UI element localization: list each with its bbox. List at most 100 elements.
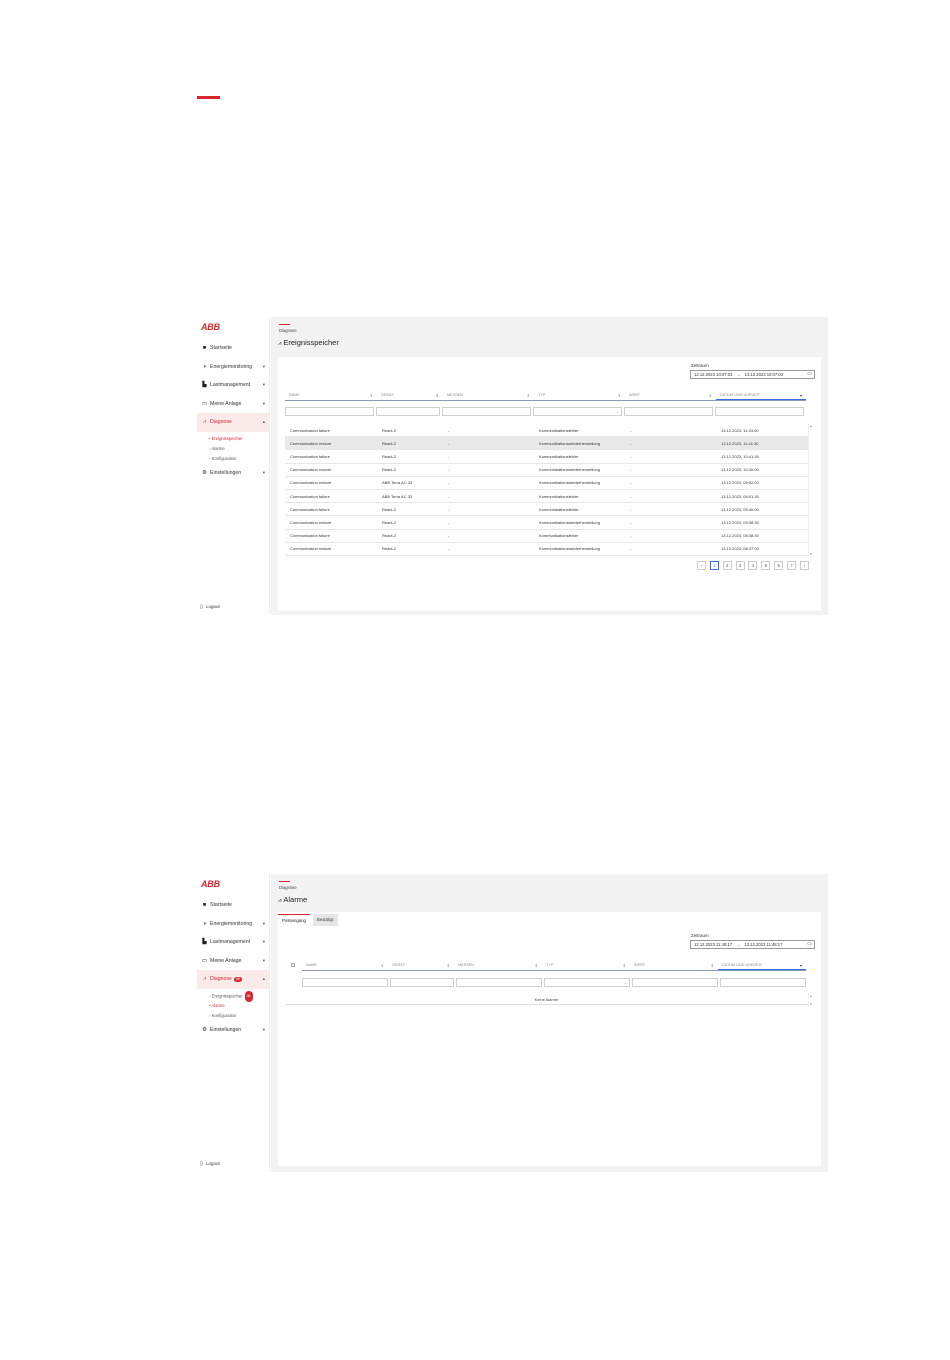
column-header-wert[interactable]: WERT ⇕ <box>625 390 716 400</box>
sidebar-item-diagnose[interactable]: ⩘ Diagnose ▴ <box>197 413 270 432</box>
filter-name-input[interactable] <box>302 978 388 987</box>
table-row[interactable]: Communication restore ABB Terra AC 33- Kom… <box>285 477 808 490</box>
column-header-typ[interactable]: TYP ⇕ <box>542 960 630 970</box>
sidebar-item-lastmanagement[interactable]: ▙ Lastmanagement ▾ <box>197 376 270 395</box>
column-header-geraet[interactable]: GERÄT ⇕ <box>388 960 454 970</box>
sidebar-item-energiemonitoring[interactable]: ◑ Energiemonitoring ▾ <box>197 358 270 377</box>
subnav-ereignisspeicher[interactable]: • Ereignisspeicher <box>197 434 270 444</box>
column-header-name[interactable]: NAME ⇕ <box>302 960 388 970</box>
pagination-page-6[interactable]: 6 <box>774 561 784 570</box>
table-scrollbar[interactable]: ▴ ▾ <box>808 994 814 1006</box>
table-row[interactable]: Communication failure React-2- Kommunikati… <box>285 424 808 438</box>
alarm-card: Posteingang Bestätigt Zeitraum 12.12.202… <box>278 912 821 1166</box>
arrow-right-icon: → <box>736 372 741 377</box>
sidebar-item-lastmanagement[interactable]: ▙ Lastmanagement ▾ <box>197 933 270 952</box>
table-row[interactable]: Communication restore React-2- Kommunikati… <box>285 437 808 451</box>
sidebar-item-einstellungen[interactable]: ⚙ Einstellungen ▾ <box>197 464 270 483</box>
pagination-page-2[interactable]: 2 <box>722 561 732 570</box>
sidebar-item-meine-anlage[interactable]: ▭ Meine Anlage ▾ <box>197 952 270 971</box>
filter-datum-input[interactable] <box>720 978 806 987</box>
sort-icon: ⇕ <box>446 963 450 968</box>
calendar-icon[interactable]: ▭ <box>807 941 812 947</box>
subnav-konfiguration[interactable]: ◦ Konfiguration <box>197 454 270 464</box>
filter-name-input[interactable] <box>285 407 374 416</box>
table-row[interactable]: Communication failure React-2- Kommunikati… <box>285 450 808 464</box>
sort-icon: ⇕ <box>710 963 714 968</box>
sidebar-item-startseite[interactable]: ■ Startseite <box>197 339 270 358</box>
sidebar-nav: ■ Startseite ◑ Energiemonitoring ▾ ▙ Las… <box>197 896 270 1039</box>
date-range-picker[interactable]: 12.12.2023 11:48:17 → 13.12.2023 11:48:1… <box>690 940 815 949</box>
sidebar-item-startseite[interactable]: ■ Startseite <box>197 896 270 915</box>
gear-icon: ⚙ <box>202 469 207 476</box>
main-content: Diagnose ⩘ Alarme Posteingang Bestätigt Z… <box>271 874 828 1172</box>
page-title: ⩘ Alarme <box>278 895 307 905</box>
table-header: NAME ⇕ GERÄT ⇕ MESSEN ⇕ TYP ⇕ WERT ⇕ DATUM UN… <box>302 960 806 971</box>
pagination-prev[interactable]: ‹ <box>696 561 706 570</box>
column-header-datum[interactable]: DATUM UND UHRZEIT ▾ <box>716 390 806 400</box>
subnav-alarme[interactable]: • Alarme <box>197 1001 270 1011</box>
tab-bestaetigt[interactable]: Bestätigt <box>312 914 338 926</box>
column-header-wert[interactable]: WERT ⇕ <box>630 960 718 970</box>
tab-posteingang[interactable]: Posteingang <box>278 914 310 926</box>
breadcrumb-accent <box>279 324 290 325</box>
sort-icon: ⇕ <box>622 963 626 968</box>
pagination-page-1[interactable]: 1 <box>709 561 719 570</box>
chevron-up-icon: ▴ <box>262 419 265 424</box>
pagination-page-4[interactable]: 4 <box>748 561 758 570</box>
table-row[interactable]: Communication failure ABB Terra AC 33- Kom… <box>285 490 808 504</box>
logout-label: Logout <box>206 604 220 609</box>
filter-typ-select[interactable]: ⌄ <box>544 978 630 987</box>
column-header-messen[interactable]: MESSEN ⇕ <box>443 390 534 400</box>
sidebar-item-energiemonitoring[interactable]: ◑ Energiemonitoring ▾ <box>197 915 270 934</box>
breadcrumb[interactable]: Diagnose <box>279 885 297 890</box>
filter-row: ⌄ <box>285 407 806 417</box>
pagination-page-7[interactable]: 7 <box>787 561 797 570</box>
breadcrumb[interactable]: Diagnose <box>279 328 297 333</box>
subnav-alarme[interactable]: ◦ Alarme <box>197 444 270 454</box>
sidebar-item-diagnose[interactable]: ⩘ Diagnose 96 ▴ <box>197 970 270 989</box>
filter-messen-input[interactable] <box>456 978 542 987</box>
filter-typ-select[interactable]: ⌄ <box>533 407 622 416</box>
sidebar: ABB ■ Startseite ◑ Energiemonitoring ▾ ▙… <box>197 317 270 615</box>
table-row[interactable]: Communication restore React-2- Kommunikati… <box>285 516 808 530</box>
range-to: 13.12.2023 10:07:03 <box>744 372 784 377</box>
table-row[interactable]: Communication restore React-2- Kommunikati… <box>285 543 808 556</box>
logout-button[interactable]: ▯ Logout <box>200 604 220 610</box>
gear-icon: ⚙ <box>202 1026 207 1033</box>
column-header-datum[interactable]: DATUM UND UHRZEIT ▾ <box>718 960 806 970</box>
sidebar-item-label: Diagnose <box>210 976 232 983</box>
filter-datum-input[interactable] <box>715 407 804 416</box>
table-row[interactable]: Communication restore React-2- Kommunikati… <box>285 464 808 477</box>
column-header-typ[interactable]: TYP ⇕ <box>534 390 625 400</box>
diagnosis-icon: ⩘ <box>202 418 207 425</box>
pagination-page-5[interactable]: 5 <box>761 561 771 570</box>
sidebar-item-label: Startseite <box>210 902 232 909</box>
filter-geraet-input[interactable] <box>390 978 454 987</box>
table-row[interactable]: Communication failure React-2- Kommunikati… <box>285 503 808 517</box>
sidebar-item-einstellungen[interactable]: ⚙ Einstellungen ▾ <box>197 1021 270 1040</box>
select-all-checkbox[interactable] <box>291 963 295 967</box>
pagination-page-3[interactable]: 3 <box>735 561 745 570</box>
pagination-next[interactable]: › <box>800 561 810 570</box>
subnav-konfiguration[interactable]: ◦ Konfiguration <box>197 1011 270 1021</box>
table-row[interactable]: Communication failure React-2- Kommunikati… <box>285 530 808 543</box>
column-header-name[interactable]: NAME ⇕ <box>285 390 377 400</box>
filter-wert-input[interactable] <box>632 978 718 987</box>
sidebar-item-meine-anlage[interactable]: ▭ Meine Anlage ▾ <box>197 395 270 414</box>
filter-geraet-input[interactable] <box>376 407 440 416</box>
column-header-messen[interactable]: MESSEN ⇕ <box>454 960 542 970</box>
column-header-geraet[interactable]: GERÄT ⇕ <box>377 390 443 400</box>
arrow-right-icon: → <box>736 942 741 947</box>
alarm-tabs: Posteingang Bestätigt <box>278 914 341 926</box>
date-range-picker[interactable]: 12.12.2023 10:07:03 → 13.12.2023 10:07:0… <box>690 370 815 379</box>
filter-messen-input[interactable] <box>442 407 531 416</box>
sort-icon: ⇕ <box>435 393 439 398</box>
pagination: ‹ 1 2 3 4 5 6 7 › <box>693 561 810 570</box>
monitor-icon: ▭ <box>201 400 208 407</box>
table-scrollbar[interactable]: ▴ ▾ <box>808 424 814 556</box>
calendar-icon[interactable]: ▭ <box>807 371 812 377</box>
subnav-ereignisspeicher[interactable]: ◦ Ereignisspeicher 96 <box>197 990 270 1002</box>
logout-button[interactable]: ▯ Logout <box>200 1161 220 1167</box>
filter-wert-input[interactable] <box>624 407 713 416</box>
abb-logo: ABB <box>201 322 220 332</box>
